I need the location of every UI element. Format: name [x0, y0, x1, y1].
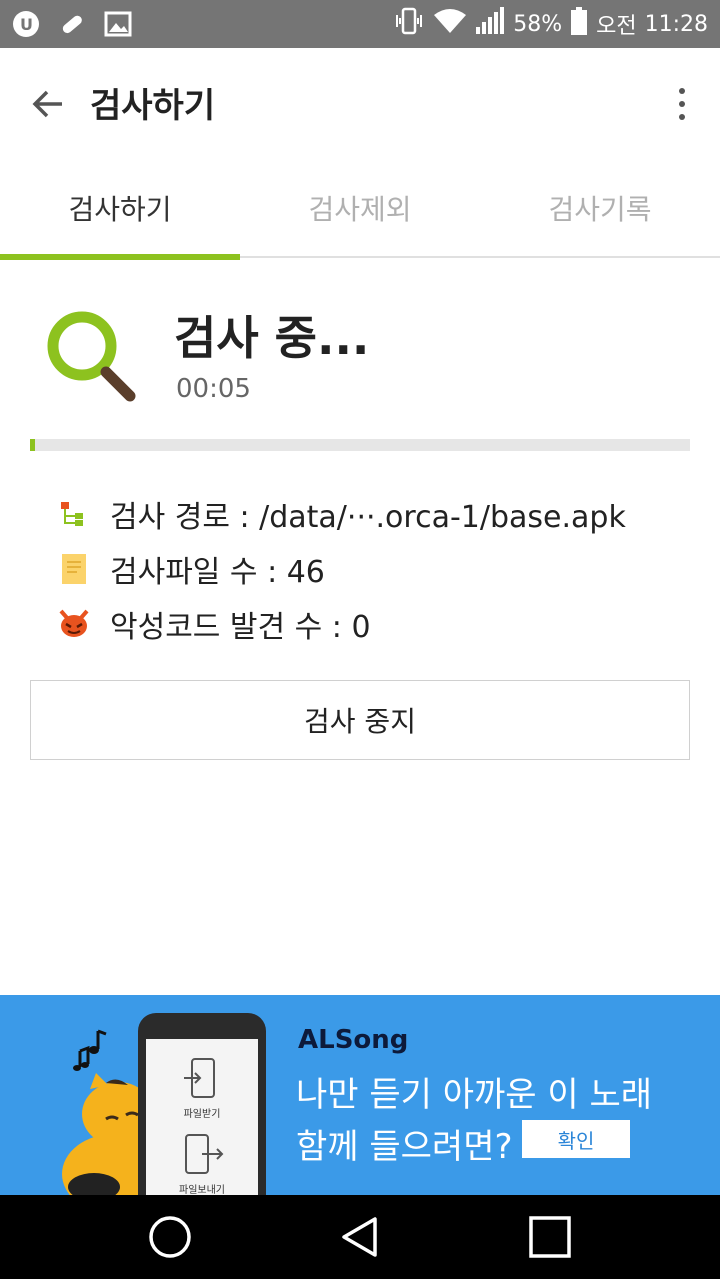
- phone-label-receive: 파일받기: [183, 1109, 221, 1120]
- scan-path-label: 검사 경로 : /data/···.orca-1/base.apk: [110, 500, 626, 535]
- arrow-left-icon: [32, 90, 62, 118]
- more-vert-dot: [679, 101, 685, 107]
- more-options-button[interactable]: [666, 82, 698, 126]
- scan-path-row: 검사 경로 : /data/···.orca-1/base.apk: [58, 492, 626, 536]
- ad-headline-2: 함께 들으려면?: [296, 1127, 513, 1167]
- home-circle-icon: [149, 1216, 191, 1258]
- scan-status-text: 검사 중...: [174, 311, 370, 365]
- status-system-icons: 58% 오전 11:28: [393, 6, 708, 42]
- image-icon: [102, 8, 134, 40]
- document-icon: [58, 553, 90, 585]
- more-vert-dot: [679, 114, 685, 120]
- recents-square-icon: [529, 1216, 571, 1258]
- ad-brand: ALSong: [298, 1025, 409, 1055]
- page-title: 검사하기: [90, 86, 216, 126]
- scan-files-label: 검사파일 수 : 46: [110, 555, 325, 590]
- devil-icon: [58, 608, 90, 640]
- vibrate-icon: [393, 6, 425, 42]
- scan-files-row: 검사파일 수 : 46: [58, 547, 325, 591]
- status-time: 11:28: [644, 11, 708, 37]
- navigation-bar: [0, 1195, 720, 1279]
- malware-count-row: 악성코드 발견 수 : 0: [58, 602, 371, 646]
- battery-percent: 58%: [513, 11, 563, 37]
- battery-icon: [570, 6, 588, 42]
- nav-recents-button[interactable]: [526, 1213, 574, 1261]
- stop-scan-button[interactable]: 검사 중지: [30, 680, 690, 760]
- tab-history[interactable]: 검사기록: [480, 158, 720, 258]
- ad-confirm-button[interactable]: 확인: [522, 1120, 630, 1158]
- tab-exclusions[interactable]: 검사제외: [240, 158, 480, 258]
- status-notification-icons: U: [10, 8, 134, 40]
- signal-icon: [475, 7, 505, 41]
- status-bar: U 58% 오전 11:28: [0, 0, 720, 48]
- tab-bar: 검사하기 검사제외 검사기록: [0, 158, 720, 260]
- file-receive-icon: [184, 1058, 215, 1098]
- phone-screen: 파일받기 파일보내기: [146, 1039, 258, 1195]
- nav-back-button[interactable]: [336, 1213, 384, 1261]
- uplus-icon: U: [10, 8, 42, 40]
- pill-icon: [56, 8, 88, 40]
- phone-label-send: 파일보내기: [179, 1185, 225, 1195]
- scan-progress-bar: [30, 439, 690, 451]
- scan-elapsed-time: 00:05: [176, 374, 251, 404]
- app-bar: 검사하기: [0, 48, 720, 158]
- magnifier-icon: [44, 308, 144, 408]
- malware-count-label: 악성코드 발견 수 : 0: [110, 610, 371, 645]
- more-vert-icon: [679, 88, 685, 94]
- ad-headline-1: 나만 듣기 아까운 이 노래: [296, 1075, 653, 1115]
- nav-home-button[interactable]: [146, 1213, 194, 1261]
- status-ampm: 오전: [596, 14, 637, 39]
- back-triangle-icon: [342, 1217, 377, 1257]
- tab-scan[interactable]: 검사하기: [0, 158, 240, 260]
- folder-tree-icon: [58, 498, 90, 530]
- phone-illustration: 파일받기 파일보내기: [138, 1013, 266, 1195]
- scan-progress-fill: [30, 439, 36, 451]
- back-button[interactable]: [24, 80, 72, 128]
- wifi-icon: [433, 7, 467, 41]
- svg-text:U: U: [20, 15, 33, 34]
- ad-banner[interactable]: 파일받기 파일보내기 ALSong 나만 듣기 아까운 이 노래 함께 들으려면…: [0, 995, 720, 1195]
- file-send-icon: [185, 1134, 224, 1174]
